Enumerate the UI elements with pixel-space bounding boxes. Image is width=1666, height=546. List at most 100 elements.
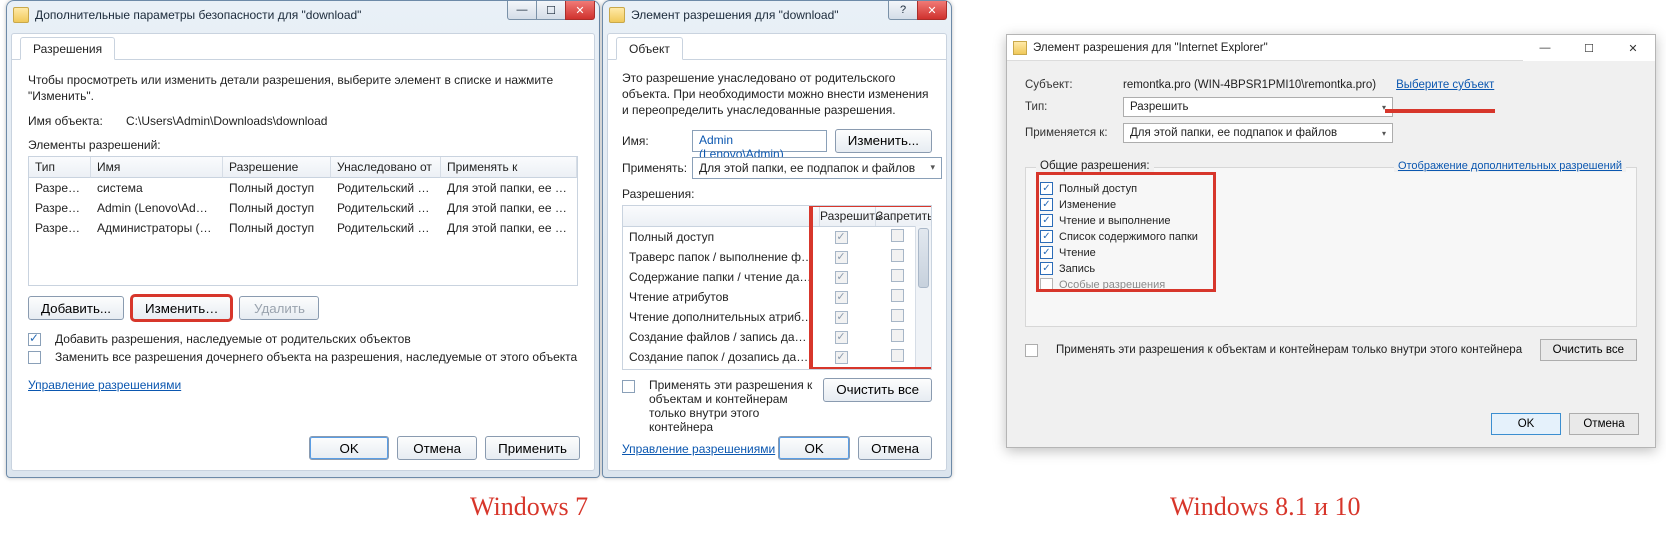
deny-checkbox[interactable]: [891, 349, 904, 362]
permission-checkbox[interactable]: Список содержимого папки: [1040, 230, 1230, 243]
permission-checkbox[interactable]: Чтение: [1040, 246, 1230, 259]
advanced-security-window: Дополнительные параметры безопасности дл…: [6, 0, 600, 478]
only-container-checkbox[interactable]: [1025, 344, 1038, 357]
subject-value: remontka.pro (WIN-4BPSR1PMI10\remontka.p…: [1123, 79, 1376, 91]
help-button[interactable]: ?: [888, 1, 918, 20]
tab-permissions[interactable]: Разрешения: [20, 37, 115, 60]
col-applies[interactable]: Применять к: [441, 157, 577, 178]
permission-row[interactable]: Чтение атрибутов: [623, 287, 931, 307]
permission-row[interactable]: Полный доступ: [623, 227, 931, 247]
apply-select[interactable]: Для этой папки, ее подпапок и файлов ▾: [692, 157, 942, 179]
window-title: Элемент разрешения для "Internet Explore…: [1033, 42, 1268, 54]
col-type[interactable]: Тип: [29, 157, 91, 178]
close-button[interactable]: ✕: [917, 1, 947, 20]
ok-button[interactable]: OK: [309, 436, 389, 460]
deny-checkbox[interactable]: [891, 249, 904, 262]
folder-icon: [609, 7, 625, 23]
applies-select[interactable]: Для этой папки, ее подпапок и файлов ▾: [1123, 123, 1393, 143]
permission-row[interactable]: Создание папок / дозапись данных: [623, 347, 931, 367]
object-name-label: Имя объекта:: [28, 114, 118, 128]
basic-permissions-group: Общие разрешения: Отображение дополнител…: [1025, 167, 1637, 327]
deny-checkbox[interactable]: [891, 229, 904, 242]
allow-checkbox[interactable]: [835, 271, 848, 284]
apply-value: Для этой папки, ее подпапок и файлов: [699, 161, 915, 175]
caption-win10: Windows 8.1 и 10: [1170, 492, 1361, 522]
inherit-label: Добавить разрешения, наследуемые от роди…: [55, 332, 411, 346]
select-subject-link[interactable]: Выберите субъект: [1396, 79, 1494, 91]
scrollbar[interactable]: [915, 226, 931, 369]
close-button[interactable]: ✕: [565, 1, 595, 20]
inherit-checkbox[interactable]: [28, 333, 41, 346]
tab-object[interactable]: Объект: [616, 37, 683, 60]
replace-checkbox[interactable]: [28, 351, 41, 364]
type-select[interactable]: Разрешить ▾: [1123, 97, 1393, 117]
minimize-button[interactable]: —: [507, 1, 537, 20]
table-row[interactable]: Разреш...Администраторы (Leno...Полный д…: [29, 218, 577, 238]
group-title: Общие разрешения:: [1036, 160, 1154, 172]
allow-checkbox[interactable]: [835, 291, 848, 304]
permission-row[interactable]: Создание файлов / запись данных: [623, 327, 931, 347]
clear-all-button[interactable]: Очистить все: [1540, 339, 1637, 361]
window-title: Дополнительные параметры безопасности дл…: [35, 8, 361, 22]
deny-checkbox[interactable]: [891, 309, 904, 322]
allow-checkbox[interactable]: [835, 331, 848, 344]
deny-checkbox[interactable]: [891, 329, 904, 342]
titlebar[interactable]: Элемент разрешения для "Internet Explore…: [1007, 35, 1655, 61]
allow-checkbox[interactable]: [835, 311, 848, 324]
permission-checkbox[interactable]: Запись: [1040, 262, 1230, 275]
highlight-underline: [1385, 109, 1495, 113]
cancel-button[interactable]: Отмена: [858, 436, 932, 460]
maximize-button[interactable]: ☐: [536, 1, 566, 20]
clear-all-button[interactable]: Очистить все: [823, 378, 932, 402]
permission-checkbox: Особые разрешения: [1040, 278, 1230, 291]
chevron-down-icon: ▾: [1382, 129, 1386, 138]
permissions-label: Разрешения:: [622, 187, 694, 201]
permission-row[interactable]: Запись атрибутов: [623, 367, 931, 370]
cancel-button[interactable]: Отмена: [1569, 413, 1639, 435]
name-field[interactable]: Admin (Lenovo\Admin): [692, 130, 827, 152]
table-row[interactable]: Разреш...системаПолный доступРодительски…: [29, 178, 577, 198]
object-name-value: C:\Users\Admin\Downloads\download: [126, 114, 327, 128]
permission-checkbox[interactable]: Полный доступ: [1040, 182, 1230, 195]
close-button[interactable]: ✕: [1611, 35, 1655, 61]
titlebar[interactable]: Элемент разрешения для "download" ? ✕: [603, 1, 951, 29]
change-button[interactable]: Изменить...: [835, 129, 932, 153]
subject-label: Субъект:: [1025, 79, 1111, 91]
only-container-label: Применять эти разрешения к объектам и ко…: [649, 378, 815, 434]
deny-checkbox[interactable]: [891, 269, 904, 282]
edit-button[interactable]: Изменить…: [132, 296, 231, 320]
permission-checkbox[interactable]: Чтение и выполнение: [1040, 214, 1230, 227]
add-button[interactable]: Добавить...: [28, 296, 124, 320]
deny-checkbox[interactable]: [891, 369, 904, 370]
apply-button[interactable]: Применить: [485, 436, 580, 460]
only-container-label: Применять эти разрешения к объектам и ко…: [1056, 344, 1528, 356]
manage-permissions-link[interactable]: Управление разрешениями: [28, 378, 181, 392]
cancel-button[interactable]: Отмена: [397, 436, 477, 460]
name-label: Имя:: [622, 134, 684, 148]
allow-checkbox[interactable]: [835, 231, 848, 244]
permission-row[interactable]: Чтение дополнительных атрибутов: [623, 307, 931, 327]
only-container-checkbox[interactable]: [622, 380, 635, 393]
manage-permissions-link[interactable]: Управление разрешениями: [622, 442, 775, 456]
caption-win7: Windows 7: [470, 492, 588, 522]
permission-row[interactable]: Траверс папок / выполнение файлов: [623, 247, 931, 267]
permission-row[interactable]: Содержание папки / чтение данных: [623, 267, 931, 287]
titlebar[interactable]: Дополнительные параметры безопасности дл…: [7, 1, 599, 29]
intro-text: Чтобы просмотреть или изменить детали ра…: [28, 72, 578, 104]
minimize-button[interactable]: —: [1523, 35, 1567, 61]
permissions-table[interactable]: Тип Имя Разрешение Унаследовано от Приме…: [28, 156, 578, 286]
permission-checkbox[interactable]: Изменение: [1040, 198, 1230, 211]
col-inherit[interactable]: Унаследовано от: [331, 157, 441, 178]
show-advanced-link[interactable]: Отображение дополнительных разрешений: [1394, 160, 1626, 172]
ok-button[interactable]: OK: [1491, 413, 1561, 435]
allow-checkbox[interactable]: [835, 351, 848, 364]
permissions-list[interactable]: Разрешить Запретить Полный доступТраверс…: [622, 205, 932, 370]
maximize-button[interactable]: ☐: [1567, 35, 1611, 61]
ok-button[interactable]: OK: [778, 436, 850, 460]
col-perm[interactable]: Разрешение: [223, 157, 331, 178]
deny-checkbox[interactable]: [891, 289, 904, 302]
allow-checkbox[interactable]: [835, 251, 848, 264]
col-allow: Разрешить: [819, 206, 875, 226]
table-row[interactable]: Разреш...Admin (Lenovo\Admin)Полный дост…: [29, 198, 577, 218]
col-name[interactable]: Имя: [91, 157, 223, 178]
